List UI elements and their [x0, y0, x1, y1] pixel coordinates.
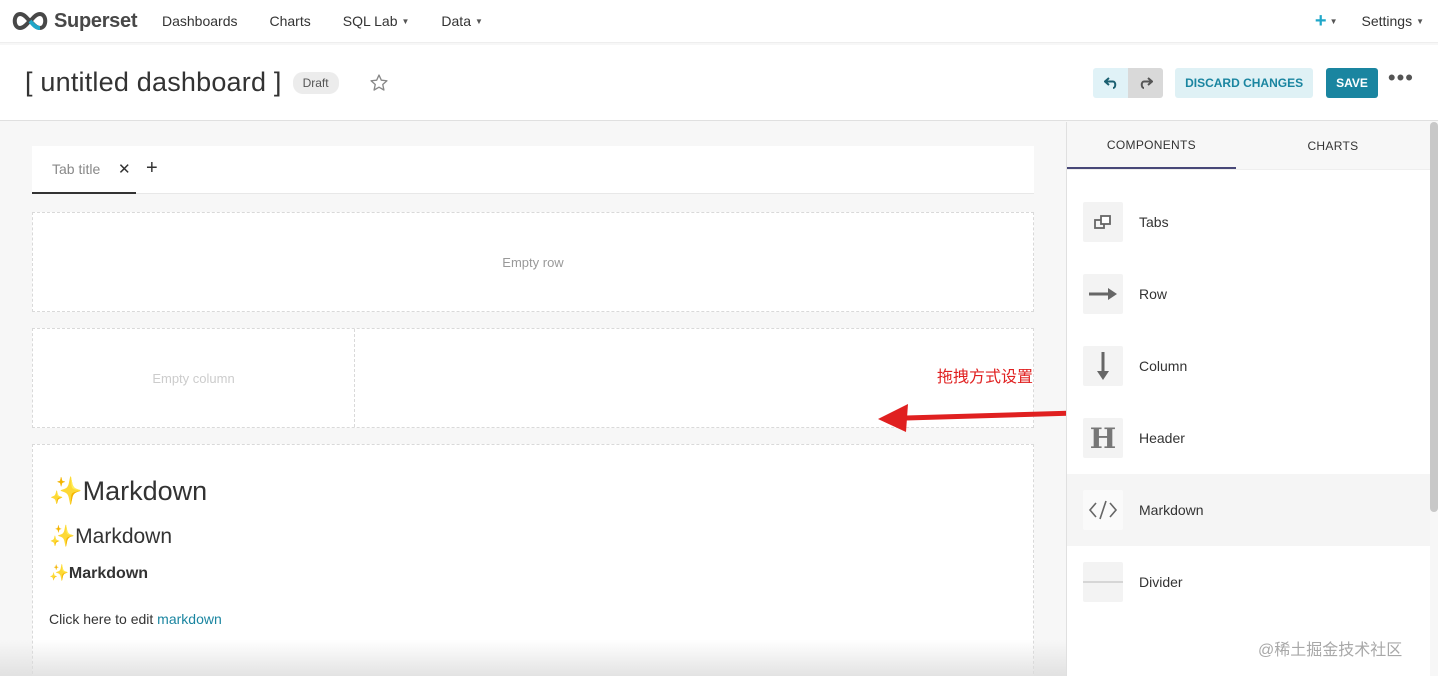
plus-icon: + — [1314, 9, 1327, 32]
tab-title[interactable]: Tab title — [52, 161, 100, 177]
undo-button[interactable] — [1093, 67, 1129, 98]
nav-dashboards[interactable]: Dashboards — [162, 13, 238, 29]
component-row[interactable]: Row — [1067, 258, 1430, 330]
tabs-icon — [1083, 202, 1123, 242]
add-tab-icon[interactable]: + — [146, 157, 158, 180]
markdown-h1: ✨Markdown — [49, 476, 208, 506]
dashboard-header: [ untitled dashboard ] Draft DISCARD CHA… — [0, 45, 1438, 121]
component-divider[interactable]: Divider — [1067, 546, 1430, 618]
component-label: Row — [1139, 286, 1168, 302]
dashboard-title[interactable]: [ untitled dashboard ] — [25, 67, 282, 98]
settings-label: Settings — [1361, 13, 1413, 29]
markdown-paragraph: Click here to edit markdown — [49, 611, 222, 627]
side-tabs: COMPONENTS CHARTS — [1067, 122, 1430, 170]
redo-icon — [1140, 76, 1153, 89]
more-options-icon[interactable]: ••• — [1388, 66, 1414, 88]
header-glyph: H — [1089, 421, 1117, 455]
nav-data[interactable]: Data ▼ — [441, 13, 483, 29]
annotation-text: 拖拽方式设置 — [937, 369, 1034, 386]
tab-charts[interactable]: CHARTS — [1236, 122, 1430, 169]
new-item-menu[interactable]: + ▼ — [1315, 10, 1338, 33]
nav-data-label: Data — [441, 13, 471, 29]
side-panel-scrollbar[interactable] — [1430, 122, 1438, 512]
caret-down-icon: ▼ — [474, 16, 483, 26]
dashboard-tabs: Tab title ✕ + — [32, 146, 1034, 194]
close-icon[interactable]: ✕ — [118, 160, 131, 178]
divider-icon — [1083, 562, 1123, 602]
empty-row[interactable]: Empty row — [32, 212, 1034, 312]
component-header[interactable]: H Header — [1067, 402, 1430, 474]
markdown-link[interactable]: markdown — [157, 611, 222, 627]
nav-charts[interactable]: Charts — [270, 13, 311, 29]
save-button[interactable]: SAVE — [1326, 67, 1378, 98]
markdown-h2: ✨Markdown — [49, 525, 173, 548]
top-navbar: Superset Dashboards Charts SQL Lab ▼ Data… — [0, 0, 1438, 43]
superset-logo-icon — [12, 11, 48, 31]
empty-column[interactable]: Empty column — [33, 329, 355, 427]
caret-down-icon: ▼ — [401, 16, 410, 26]
component-column[interactable]: Column — [1067, 330, 1430, 402]
column-arrow-icon — [1083, 346, 1123, 386]
brand-name: Superset — [54, 9, 138, 32]
component-tabs[interactable]: Tabs — [1067, 186, 1430, 258]
tab-components[interactable]: COMPONENTS — [1067, 122, 1236, 169]
component-label: Column — [1139, 358, 1188, 374]
row-arrow-icon — [1083, 274, 1123, 314]
undo-icon — [1103, 76, 1116, 89]
markdown-h3: ✨Markdown — [49, 565, 149, 582]
component-markdown[interactable]: Markdown — [1067, 474, 1430, 546]
code-icon — [1083, 490, 1123, 530]
discard-changes-button[interactable]: DISCARD CHANGES — [1175, 67, 1314, 98]
component-label: Markdown — [1139, 502, 1204, 518]
nav-sql-lab[interactable]: SQL Lab ▼ — [343, 13, 410, 29]
component-label: Tabs — [1139, 214, 1169, 230]
markdown-para-text: Click here to edit — [49, 611, 158, 627]
nav-charts-label: Charts — [269, 13, 311, 29]
draft-badge: Draft — [292, 71, 339, 94]
empty-column-label: Empty column — [152, 370, 235, 386]
builder-side-panel: COMPONENTS CHARTS Tabs Row Column H Head… — [1066, 122, 1430, 676]
red-arrow-icon — [878, 404, 1079, 432]
caret-down-icon: ▼ — [1329, 16, 1338, 26]
settings-menu[interactable]: Settings ▼ — [1361, 13, 1424, 29]
brand-logo[interactable]: Superset — [10, 10, 150, 33]
component-label: Header — [1139, 430, 1185, 446]
component-label: Divider — [1139, 574, 1183, 590]
caret-down-icon: ▼ — [1416, 16, 1424, 26]
star-icon[interactable] — [369, 73, 389, 93]
nav-sql-lab-label: SQL Lab — [342, 13, 398, 29]
header-icon: H — [1083, 418, 1123, 458]
redo-button[interactable] — [1128, 67, 1164, 98]
watermark: @稀土掘金技术社区 — [1258, 642, 1403, 659]
empty-row-label: Empty row — [502, 254, 564, 270]
bottom-shadow — [0, 640, 1066, 676]
nav-dashboards-label: Dashboards — [162, 13, 238, 29]
